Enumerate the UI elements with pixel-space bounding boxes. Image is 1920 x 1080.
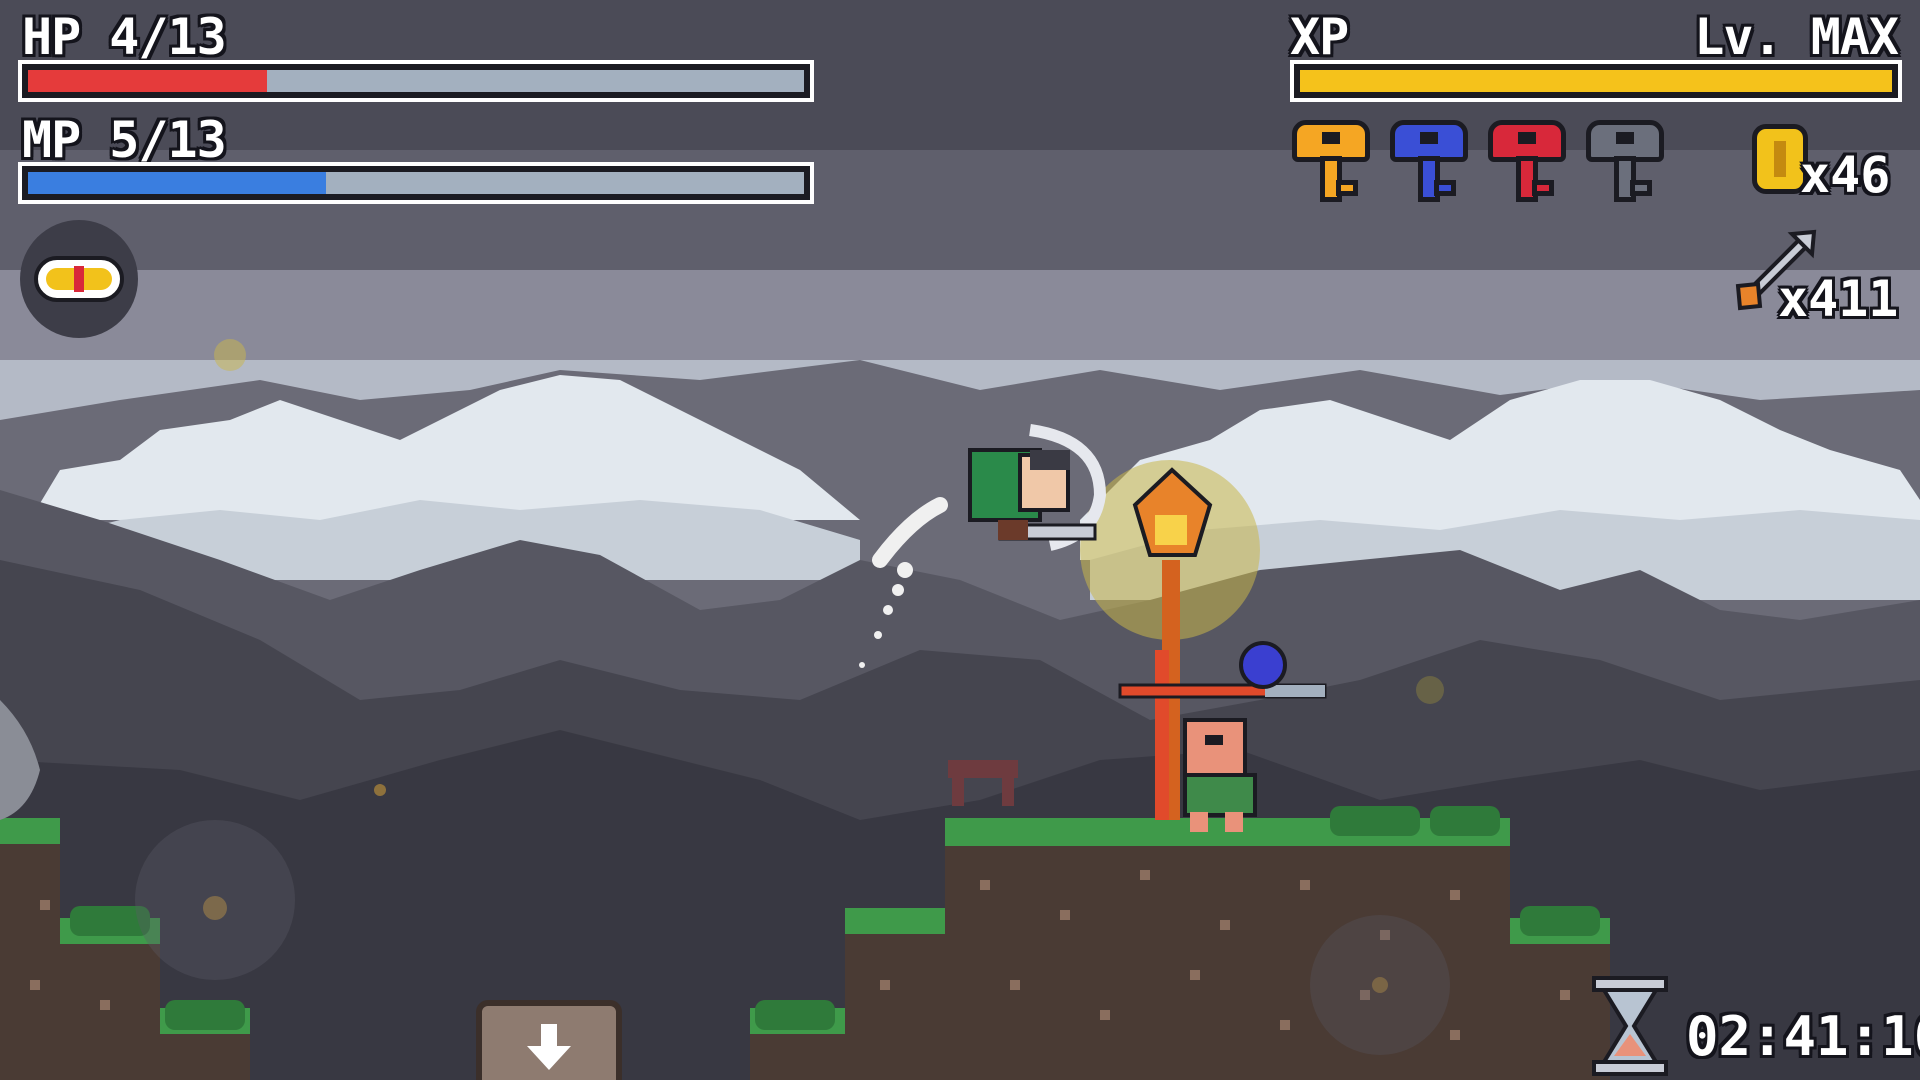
hp-bar [18, 60, 814, 102]
hp-label: HP 4/13 [22, 8, 227, 66]
xp-label: XP [1290, 8, 1349, 66]
gray-key-icon [1586, 120, 1664, 206]
eye-ability-icon [34, 256, 124, 302]
hourglass-icon [1592, 976, 1668, 1076]
coin-count: x46 [1800, 146, 1891, 204]
level-label: Lv. MAX [1694, 8, 1899, 66]
play-timer: 02:41:16 [1686, 1005, 1920, 1068]
down-button[interactable] [476, 1000, 622, 1080]
arrow-count: x411 [1778, 270, 1899, 328]
game-screen[interactable]: HP 4/13 MP 5/13 XP Lv. MAX x46 x411 02:4… [0, 0, 1920, 1080]
gold-key-icon [1292, 120, 1370, 206]
red-key-icon [1488, 120, 1566, 206]
xp-bar-fill [1300, 70, 1892, 92]
mp-bar [18, 162, 814, 204]
hp-bar-fill [28, 70, 267, 92]
blue-key-icon [1390, 120, 1468, 206]
ability-button[interactable] [20, 220, 138, 338]
arrow-down-icon [527, 1024, 571, 1070]
xp-bar [1290, 60, 1902, 102]
mp-bar-fill [28, 172, 327, 194]
mp-label: MP 5/13 [22, 111, 227, 169]
